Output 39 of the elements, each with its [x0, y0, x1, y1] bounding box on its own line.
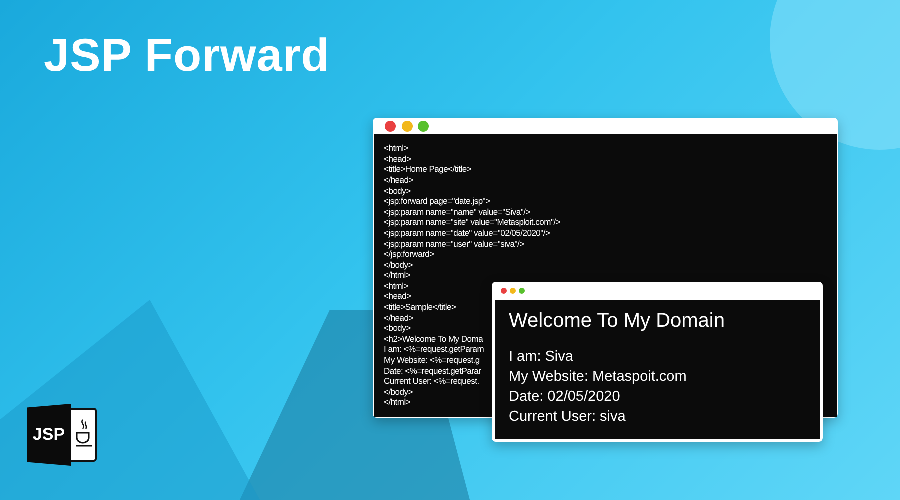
banner-title: JSP Forward [44, 28, 330, 82]
code-line: <title>Sample</title> [384, 302, 456, 313]
code-line: Date: <%=request.getParar [384, 366, 482, 376]
minimize-dot-icon [510, 288, 516, 294]
code-line: <title>Home Page</title> [384, 164, 472, 175]
code-line: <h2>Welcome To My Doma [384, 334, 484, 344]
code-line: <head> [384, 154, 412, 164]
code-line: <jsp:param name="user" value="siva"/> [384, 238, 524, 250]
output-line: Date: 02/05/2020 [509, 388, 620, 407]
code-line: I am: <%=request.getParam [384, 344, 484, 356]
code-line: </body> [384, 260, 413, 270]
output-line: Current User: siva [509, 408, 626, 427]
code-line: My Website: <%=request.g [384, 355, 480, 366]
code-line: </jsp:forward> [384, 249, 434, 260]
code-line: </html> [384, 270, 411, 281]
coffee-cup-icon [75, 418, 93, 448]
code-line: </head> [384, 174, 414, 186]
code-line: Current User: <%=request. [384, 376, 480, 387]
code-line: <html> [384, 143, 408, 154]
minimize-dot-icon [402, 120, 412, 132]
code-line: <jsp:param name="name" value="Siva"/> [384, 206, 530, 218]
code-line: <head> [384, 291, 412, 302]
maximize-dot-icon [418, 120, 429, 132]
code-line: <jsp:forward page="date.jsp"> [384, 196, 490, 207]
output-line: I am: Siva [509, 348, 574, 367]
code-line: <html> [384, 280, 408, 292]
output-heading: Welcome To My Domain [509, 310, 725, 333]
code-line: </body> [384, 386, 413, 398]
code-line: </html> [384, 397, 411, 408]
code-line: <jsp:param name="date" value="02/05/2020"/> [384, 228, 550, 238]
code-line: <jsp:param name="site" value="Metasploit.com"/> [384, 217, 561, 228]
close-dot-icon [501, 288, 507, 294]
code-line: </head> [384, 312, 414, 324]
logo-text: JSP [32, 425, 66, 445]
code-line: <body> [384, 323, 411, 334]
code-line: <body> [384, 186, 411, 196]
close-dot-icon [385, 120, 396, 132]
maximize-dot-icon [519, 288, 525, 294]
output-line: My Website: Metaspoit.com [509, 368, 687, 387]
